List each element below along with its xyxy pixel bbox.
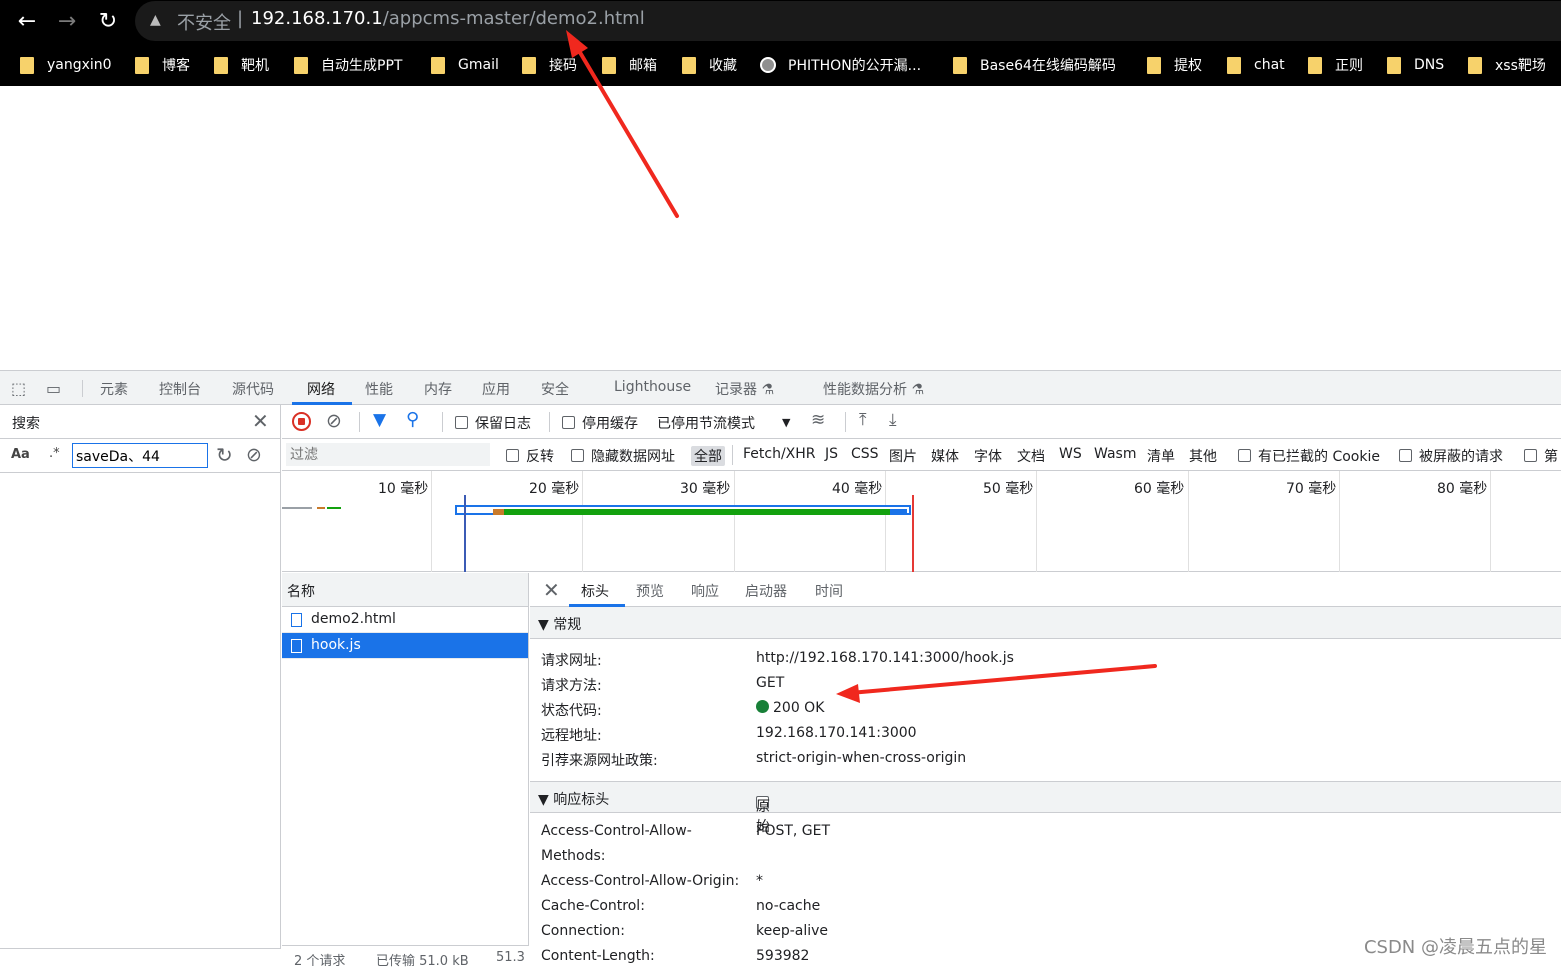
annotation-arrow-url: [566, 30, 677, 216]
annotation-arrows: [0, 0, 1561, 967]
annotation-arrow-status: [836, 666, 1155, 703]
watermark: CSDN @凌晨五点的星: [1364, 933, 1547, 959]
